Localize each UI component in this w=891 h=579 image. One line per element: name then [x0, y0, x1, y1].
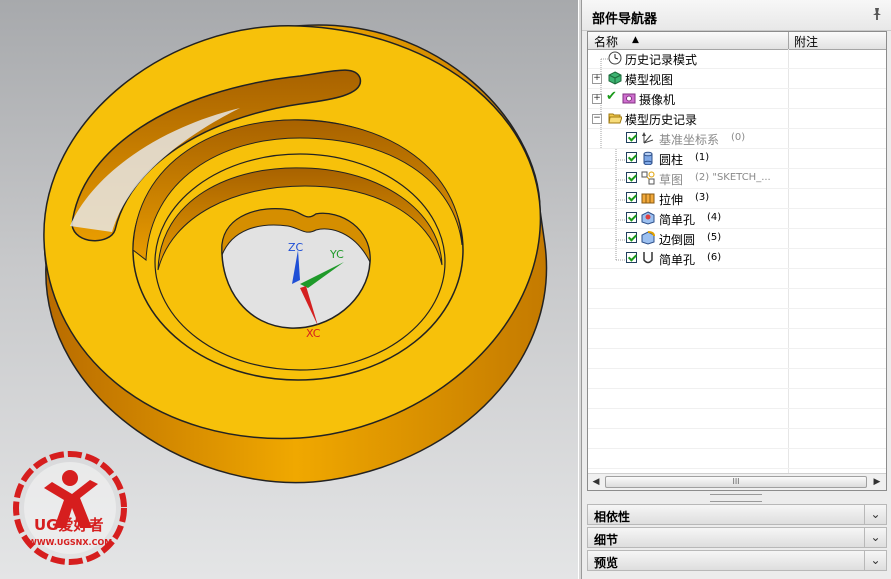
tree-row-model-views[interactable]: + 模型视图	[588, 69, 886, 89]
row-label: 摄像机	[639, 93, 676, 107]
watermark-brand: UG爱好者	[34, 516, 104, 534]
row-feature-index: (1)	[695, 152, 710, 163]
empty-row	[588, 389, 886, 409]
scroll-right-icon[interactable]: ▶	[870, 475, 884, 489]
row-label: 基准坐标系	[659, 133, 720, 147]
tree-row-model-history[interactable]: − 模型历史记录	[588, 109, 886, 129]
tree-row-feature[interactable]: 简单孔 (6)	[588, 249, 886, 269]
empty-row	[588, 329, 886, 349]
preview-panel[interactable]: 预览 ⌄	[587, 550, 887, 571]
feature-checkbox[interactable]	[626, 232, 637, 243]
tree-row-feature[interactable]: 基准坐标系 (0)	[588, 129, 886, 149]
chevron-down-icon[interactable]: ⌄	[864, 551, 886, 570]
extrude-icon	[641, 191, 655, 205]
column-divider[interactable]	[788, 32, 789, 49]
feature-checkbox[interactable]	[626, 192, 637, 203]
row-label: 简单孔	[659, 253, 696, 267]
feature-checkbox[interactable]	[626, 152, 637, 163]
empty-row	[588, 409, 886, 429]
cylinder-icon	[641, 151, 655, 166]
scrollbar-thumb[interactable]: III	[605, 476, 867, 488]
camera-icon	[622, 91, 636, 105]
horizontal-scrollbar[interactable]: ◀ III ▶	[588, 473, 886, 490]
watermark-url: WWW.UGSNX.COM	[28, 538, 112, 547]
chevron-down-icon[interactable]: ⌄	[864, 505, 886, 524]
graphics-viewport[interactable]: ZC YC XC UG爱好者 WWW.UGSNX.COM	[0, 0, 578, 579]
row-label: 草图	[659, 173, 684, 187]
model-views-icon	[608, 71, 622, 85]
tree-row-feature[interactable]: 拉伸 (3)	[588, 189, 886, 209]
clock-icon	[608, 51, 622, 65]
feature-checkbox[interactable]	[626, 132, 637, 143]
chevron-down-icon[interactable]: ⌄	[864, 528, 886, 547]
row-label: 拉伸	[659, 193, 684, 207]
x-axis-label: XC	[306, 327, 321, 340]
details-panel[interactable]: 细节 ⌄	[587, 527, 887, 548]
empty-row	[588, 429, 886, 449]
folder-open-icon	[608, 111, 623, 125]
tree-column-header: 名称 ▲ 附注	[588, 32, 886, 50]
expand-icon[interactable]: +	[592, 94, 602, 104]
pin-icon[interactable]	[871, 7, 883, 25]
datum-csys-icon	[641, 131, 655, 145]
dependencies-panel[interactable]: 相依性 ⌄	[587, 504, 887, 525]
y-axis-label: YC	[329, 248, 344, 261]
part-navigator: 部件导航器 名称 ▲ 附注 历史记录模式 + 模型视图 + ✔ 摄像机 − 模型…	[582, 0, 891, 579]
row-feature-index: (2) "SKETCH_...	[695, 172, 771, 183]
expand-icon[interactable]: +	[592, 74, 602, 84]
tree-row-history-mode[interactable]: 历史记录模式	[588, 49, 886, 69]
tree-row-feature[interactable]: 草图 (2) "SKETCH_...	[588, 169, 886, 189]
row-label: 简单孔	[659, 213, 696, 227]
hole-icon	[641, 251, 655, 265]
row-feature-index: (6)	[707, 252, 722, 263]
empty-row	[588, 289, 886, 309]
row-label: 模型历史记录	[625, 113, 698, 127]
feature-checkbox[interactable]	[626, 212, 637, 223]
row-label: 边倒圆	[659, 233, 696, 247]
z-axis-label: ZC	[288, 241, 304, 254]
navigator-header: 部件导航器	[582, 0, 891, 31]
part-model-render[interactable]: ZC YC XC UG爱好者 WWW.UGSNX.COM	[0, 0, 578, 579]
navigator-tree[interactable]: 名称 ▲ 附注 历史记录模式 + 模型视图 + ✔ 摄像机 − 模型历史记录 基…	[587, 31, 887, 491]
row-feature-index: (5)	[707, 232, 722, 243]
hole-icon	[641, 211, 655, 225]
panel-label: 预览	[594, 556, 619, 570]
empty-row	[588, 349, 886, 369]
panel-label: 细节	[594, 533, 619, 547]
tree-row-feature[interactable]: 圆柱 (1)	[588, 149, 886, 169]
empty-row	[588, 449, 886, 469]
collapse-icon[interactable]: −	[592, 114, 602, 124]
empty-row	[588, 369, 886, 389]
row-feature-index: (3)	[695, 192, 710, 203]
row-feature-index: (0)	[731, 132, 746, 143]
row-feature-index: (4)	[707, 212, 722, 223]
row-label: 模型视图	[625, 73, 674, 87]
check-icon: ✔	[606, 89, 617, 104]
empty-row	[588, 269, 886, 289]
feature-checkbox[interactable]	[626, 252, 637, 263]
column-name-header[interactable]: 名称	[594, 33, 618, 50]
navigator-title: 部件导航器	[592, 12, 658, 27]
empty-row	[588, 309, 886, 329]
tree-row-feature[interactable]: 边倒圆 (5)	[588, 229, 886, 249]
panel-label: 相依性	[594, 510, 631, 524]
sketch-icon	[641, 171, 655, 185]
row-label: 圆柱	[659, 153, 684, 167]
scroll-left-icon[interactable]: ◀	[589, 475, 603, 489]
column-note-header[interactable]: 附注	[794, 33, 818, 50]
feature-checkbox[interactable]	[626, 172, 637, 183]
tree-row-cameras[interactable]: + ✔ 摄像机	[588, 89, 886, 109]
tree-row-feature[interactable]: 简单孔 (4)	[588, 209, 886, 229]
edge-blend-icon	[641, 231, 655, 245]
sort-ascending-icon[interactable]: ▲	[632, 35, 639, 45]
row-label: 历史记录模式	[625, 53, 698, 67]
resize-grip[interactable]	[710, 494, 762, 502]
ugsnx-watermark-logo: UG爱好者 WWW.UGSNX.COM	[13, 451, 127, 565]
